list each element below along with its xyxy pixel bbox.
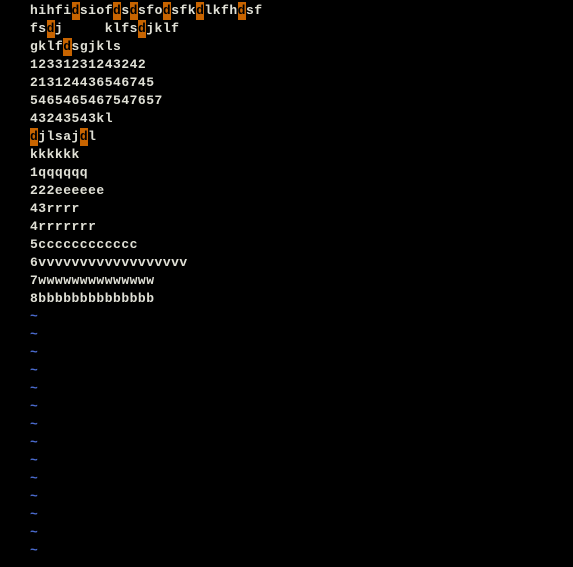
editor-line[interactable]: 4rrrrrrr: [0, 218, 573, 236]
text-segment: jlsaj: [38, 129, 80, 144]
text-segment: 43243543kl: [30, 111, 113, 126]
text-segment: lkfh: [204, 3, 237, 18]
empty-line: ~: [0, 416, 573, 434]
editor-line[interactable]: fsdj klfsdjklf: [0, 20, 573, 38]
editor-line[interactable]: 213124436546745: [0, 74, 573, 92]
search-highlight: d: [80, 128, 88, 146]
text-editor-viewport[interactable]: hihfidsiofdsdsfodsfkdlkfhdsffsdj klfsdjk…: [0, 0, 573, 560]
text-segment: 8bbbbbbbbbbbbbb: [30, 291, 155, 306]
text-segment: siof: [80, 3, 113, 18]
tilde-marker: ~: [30, 345, 38, 360]
tilde-marker: ~: [30, 327, 38, 342]
empty-line: ~: [0, 506, 573, 524]
text-segment: 43rrrr: [30, 201, 80, 216]
editor-line[interactable]: 43rrrr: [0, 200, 573, 218]
text-segment: kkkkkk: [30, 147, 80, 162]
empty-line: ~: [0, 524, 573, 542]
text-segment: 222eeeeee: [30, 183, 105, 198]
text-segment: j klfs: [55, 21, 138, 36]
editor-line[interactable]: 222eeeeee: [0, 182, 573, 200]
editor-line[interactable]: 6vvvvvvvvvvvvvvvvvv: [0, 254, 573, 272]
text-segment: 12331231243242: [30, 57, 146, 72]
editor-line[interactable]: 43243543kl: [0, 110, 573, 128]
search-highlight: d: [63, 38, 71, 56]
tilde-marker: ~: [30, 507, 38, 522]
empty-line: ~: [0, 542, 573, 560]
text-segment: 4rrrrrrr: [30, 219, 96, 234]
empty-line: ~: [0, 326, 573, 344]
search-highlight: d: [72, 2, 80, 20]
editor-empty-lines-area: ~ ~ ~ ~ ~ ~ ~ ~ ~ ~ ~ ~ ~ ~: [0, 308, 573, 560]
tilde-marker: ~: [30, 453, 38, 468]
empty-line: ~: [0, 344, 573, 362]
text-segment: sfk: [171, 3, 196, 18]
editor-line[interactable]: 7wwwwwwwwwwwwww: [0, 272, 573, 290]
text-segment: hihfi: [30, 3, 72, 18]
editor-line[interactable]: 5465465467547657: [0, 92, 573, 110]
search-highlight: d: [238, 2, 246, 20]
empty-line: ~: [0, 398, 573, 416]
tilde-marker: ~: [30, 489, 38, 504]
tilde-marker: ~: [30, 417, 38, 432]
text-segment: gklf: [30, 39, 63, 54]
empty-line: ~: [0, 308, 573, 326]
empty-line: ~: [0, 452, 573, 470]
text-segment: 5465465467547657: [30, 93, 163, 108]
editor-line[interactable]: kkkkkk: [0, 146, 573, 164]
empty-line: ~: [0, 488, 573, 506]
text-segment: 5cccccccccccc: [30, 237, 138, 252]
text-segment: 1qqqqqq: [30, 165, 88, 180]
tilde-marker: ~: [30, 363, 38, 378]
tilde-marker: ~: [30, 471, 38, 486]
text-segment: s: [121, 3, 129, 18]
editor-content-area[interactable]: hihfidsiofdsdsfodsfkdlkfhdsffsdj klfsdjk…: [0, 2, 573, 308]
text-segment: jklf: [146, 21, 179, 36]
editor-line[interactable]: 12331231243242: [0, 56, 573, 74]
tilde-marker: ~: [30, 381, 38, 396]
tilde-marker: ~: [30, 525, 38, 540]
editor-line[interactable]: 1qqqqqq: [0, 164, 573, 182]
editor-line[interactable]: 5cccccccccccc: [0, 236, 573, 254]
editor-line[interactable]: hihfidsiofdsdsfodsfkdlkfhdsf: [0, 2, 573, 20]
tilde-marker: ~: [30, 543, 38, 558]
text-segment: sfo: [138, 3, 163, 18]
editor-line[interactable]: djlsajdl: [0, 128, 573, 146]
text-segment: 6vvvvvvvvvvvvvvvvvv: [30, 255, 188, 270]
text-segment: 213124436546745: [30, 75, 155, 90]
text-segment: 7wwwwwwwwwwwwww: [30, 273, 155, 288]
editor-line[interactable]: 8bbbbbbbbbbbbbb: [0, 290, 573, 308]
text-segment: sgjkls: [72, 39, 122, 54]
text-segment: sf: [246, 3, 263, 18]
editor-line[interactable]: gklfdsgjkls: [0, 38, 573, 56]
empty-line: ~: [0, 470, 573, 488]
text-segment: fs: [30, 21, 47, 36]
search-highlight: d: [47, 20, 55, 38]
tilde-marker: ~: [30, 309, 38, 324]
empty-line: ~: [0, 362, 573, 380]
empty-line: ~: [0, 380, 573, 398]
tilde-marker: ~: [30, 399, 38, 414]
search-highlight: d: [130, 2, 138, 20]
search-highlight: d: [163, 2, 171, 20]
search-highlight: d: [138, 20, 146, 38]
text-segment: l: [88, 129, 96, 144]
empty-line: ~: [0, 434, 573, 452]
tilde-marker: ~: [30, 435, 38, 450]
